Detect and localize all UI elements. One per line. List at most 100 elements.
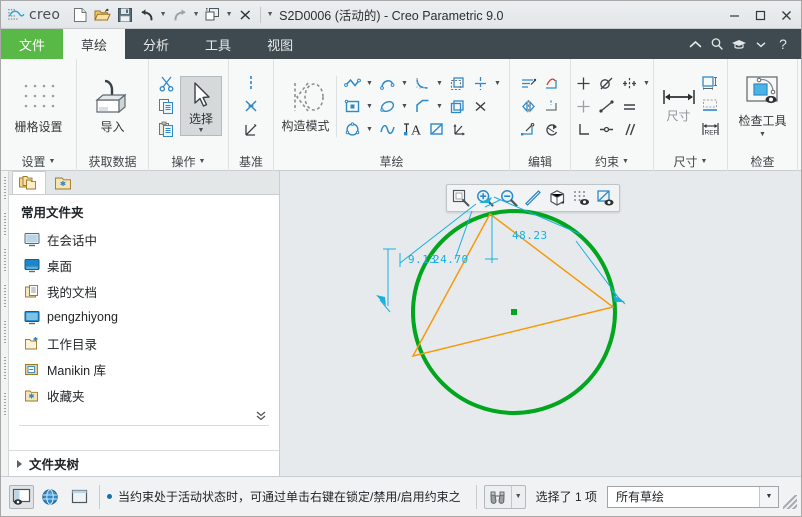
datum-coordinate-button[interactable]	[240, 118, 262, 140]
learning-connector-icon[interactable]	[729, 33, 749, 55]
search-icon[interactable]	[707, 33, 727, 55]
help-icon[interactable]: ?	[773, 33, 793, 55]
equal-constraint-button[interactable]	[618, 95, 640, 117]
rectangle-dropdown-icon[interactable]: ▼	[364, 95, 375, 117]
open-file-button[interactable]	[92, 4, 113, 25]
nav-item-pengzhiyong[interactable]: pengzhiyong	[9, 304, 279, 330]
nav-item-working-directory[interactable]: 工作目录	[9, 330, 279, 356]
ellipse-button[interactable]	[376, 95, 398, 117]
close-window-button[interactable]	[235, 4, 256, 25]
vertical-constraint-button[interactable]	[572, 72, 594, 94]
grid-settings-button[interactable]: 栅格设置	[7, 74, 69, 139]
tab-analysis[interactable]: 分析	[125, 29, 187, 59]
centerline-button[interactable]	[469, 72, 491, 94]
chevron-down-icon[interactable]: ▼	[759, 486, 778, 507]
horizontal-constraint-button[interactable]	[572, 95, 594, 117]
text-button[interactable]: A	[399, 118, 425, 140]
close-button[interactable]	[773, 4, 799, 26]
offset-edge-button[interactable]	[446, 72, 468, 94]
coordinate-system-button[interactable]	[449, 118, 471, 140]
tangent-constraint-button[interactable]	[595, 72, 617, 94]
datum-line-button[interactable]	[240, 72, 262, 94]
full-screen-toggle-button[interactable]	[67, 485, 92, 509]
midpoint-constraint-button[interactable]	[595, 95, 617, 117]
navigator-toggle-button[interactable]	[9, 484, 34, 509]
rotate-resize-button[interactable]	[518, 118, 540, 140]
nav-item-desktop[interactable]: 桌面	[9, 252, 279, 278]
panel-grip[interactable]	[3, 393, 6, 415]
panel-grip[interactable]	[3, 285, 6, 307]
symmetric-constraint-button[interactable]	[618, 72, 640, 94]
arc-dropdown-icon[interactable]: ▼	[399, 72, 410, 94]
new-file-button[interactable]	[70, 4, 91, 25]
maximize-button[interactable]	[747, 4, 773, 26]
modify-button[interactable]	[518, 72, 540, 94]
folder-browser-tab[interactable]	[12, 171, 46, 194]
folder-tree-section[interactable]: 文件夹树	[9, 450, 279, 476]
nav-item-favorites[interactable]: 收藏夹	[9, 382, 279, 408]
group-label-constraints[interactable]: 约束 ▼	[571, 151, 653, 171]
reference-dimension-button[interactable]: REF	[699, 118, 721, 140]
group-label-operations[interactable]: 操作 ▼	[149, 151, 228, 171]
panel-grip[interactable]	[3, 357, 6, 379]
circle-dropdown-icon[interactable]: ▼	[364, 118, 375, 140]
line-dropdown-icon[interactable]: ▼	[364, 72, 375, 94]
construction-mode-button[interactable]: 构造模式	[278, 74, 337, 138]
constraint-dropdown-icon[interactable]: ▼	[641, 72, 652, 94]
arc-3point-button[interactable]	[376, 72, 398, 94]
redo-dropdown-arrow[interactable]: ▼	[191, 4, 201, 25]
panel-grip[interactable]	[3, 249, 6, 271]
circle-center-point[interactable]	[511, 309, 517, 315]
help-dropdown-icon[interactable]	[751, 33, 771, 55]
chamfer-button[interactable]	[411, 95, 433, 117]
coincident-constraint-button[interactable]	[595, 118, 617, 140]
find-control[interactable]: ▼	[483, 484, 526, 509]
select-dropdown-icon[interactable]: ▼	[198, 127, 205, 134]
divide-button[interactable]	[541, 95, 563, 117]
panel-grip[interactable]	[3, 321, 6, 343]
tab-view[interactable]: 视图	[249, 29, 311, 59]
favorites-tab[interactable]	[46, 171, 80, 194]
fillet-button[interactable]	[411, 72, 433, 94]
regenerate-dropdown-arrow[interactable]: ▼	[224, 4, 234, 25]
centerline-dropdown-icon[interactable]: ▼	[492, 72, 503, 94]
nav-item-manikin-library[interactable]: Manikin 库	[9, 356, 279, 382]
nav-item-in-session[interactable]: 在会话中	[9, 226, 279, 252]
ordinate-dimension-button[interactable]	[699, 95, 721, 117]
spline-button[interactable]	[376, 118, 398, 140]
collapse-ribbon-icon[interactable]	[685, 33, 705, 55]
project-button[interactable]	[426, 118, 448, 140]
regenerate-button[interactable]	[202, 4, 223, 25]
ellipse-dropdown-icon[interactable]: ▼	[399, 95, 410, 117]
title-dropdown-arrow[interactable]: ▼	[265, 4, 275, 25]
delete-segment-button[interactable]	[469, 95, 491, 117]
find-icon[interactable]	[485, 486, 511, 508]
mirror-button[interactable]	[518, 95, 540, 117]
import-button[interactable]: 导入	[85, 74, 141, 139]
select-button[interactable]: 选择 ▼	[180, 76, 222, 136]
rotate-button[interactable]	[541, 118, 563, 140]
graphics-window[interactable]: 48.23 24.70 9.13	[280, 171, 801, 476]
datum-point-button[interactable]	[240, 95, 262, 117]
baseline-dimension-button[interactable]	[699, 72, 721, 94]
undo-dropdown-arrow[interactable]: ▼	[158, 4, 168, 25]
save-file-button[interactable]	[114, 4, 135, 25]
sketch-canvas[interactable]: 48.23 24.70 9.13	[280, 171, 801, 476]
tab-file[interactable]: 文件	[1, 29, 64, 59]
redo-button[interactable]	[169, 4, 190, 25]
line-chain-button[interactable]	[341, 72, 363, 94]
panel-grip[interactable]	[3, 213, 6, 235]
thicken-edge-button[interactable]	[446, 95, 468, 117]
inspect-tool-button[interactable]: 检查工具 ▼	[734, 70, 791, 142]
parallel-constraint-button[interactable]	[618, 118, 640, 140]
group-label-settings[interactable]: 设置 ▼	[1, 151, 76, 171]
web-browser-toggle-button[interactable]	[38, 485, 63, 509]
corner-trim-button[interactable]	[541, 72, 563, 94]
chamfer-dropdown-icon[interactable]: ▼	[434, 95, 445, 117]
find-dropdown-arrow[interactable]: ▼	[510, 485, 525, 508]
perpendicular-constraint-button[interactable]	[572, 118, 594, 140]
nav-item-my-documents[interactable]: 我的文档	[9, 278, 279, 304]
selection-filter-dropdown[interactable]: 所有草绘 ▼	[607, 485, 779, 508]
tab-sketch[interactable]: 草绘	[63, 29, 126, 59]
minimize-button[interactable]	[721, 4, 747, 26]
